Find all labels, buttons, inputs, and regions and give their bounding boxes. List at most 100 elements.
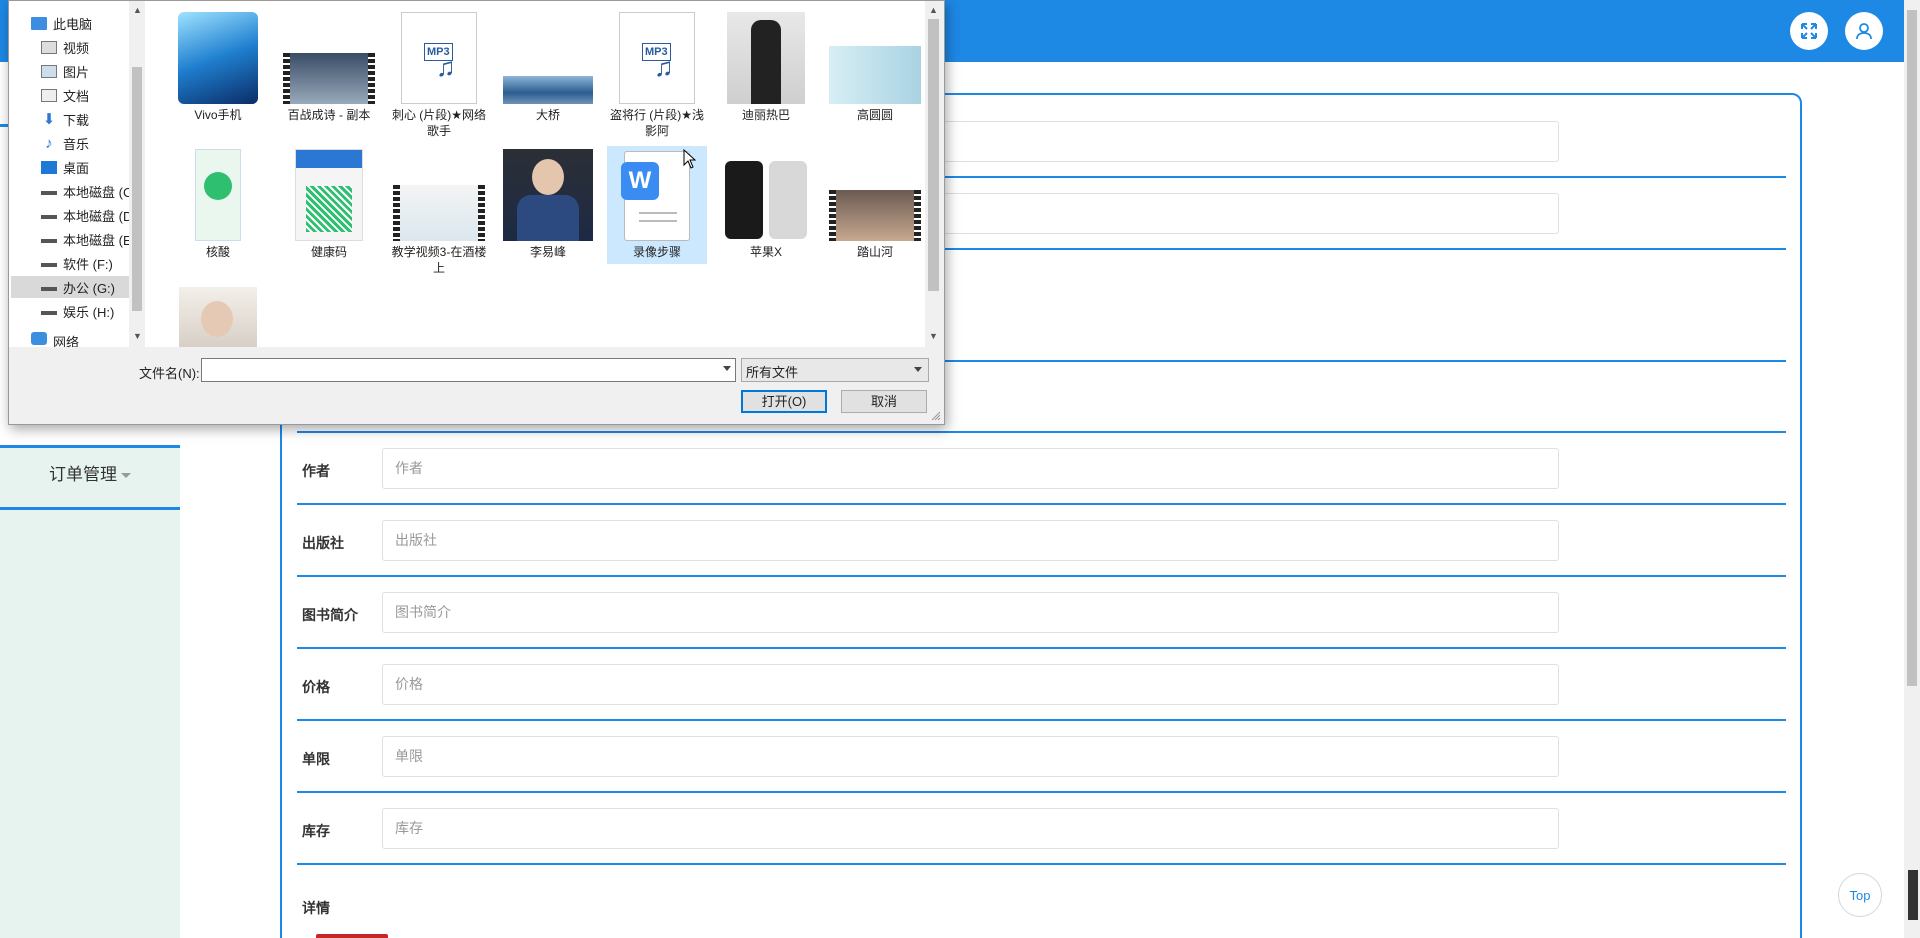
mp3-thumbnail: MP3 ♫ [619,12,695,104]
sidebar-item-orders[interactable]: 订单管理 [0,460,180,485]
nav-label: 视频 [63,40,90,56]
file-name: 大桥 [535,108,560,122]
scrollbar-thumb[interactable] [132,67,142,311]
nav-item-music[interactable]: ♪ 音乐 [41,132,89,154]
nav-label: 娱乐 (H:) [63,304,115,320]
nav-item-documents[interactable]: 文档 [41,84,89,106]
author-input[interactable]: 作者 [382,448,1559,489]
mp3-thumbnail: MP3 ♫ [401,12,477,104]
nav-scrollbar[interactable]: ▲ ▼ [129,1,145,347]
user-button[interactable] [1845,12,1883,50]
nav-label: 本地磁盘 (E: [63,232,136,248]
video-folder-icon [41,40,57,54]
sidebar-item-label: 订单管理 [49,465,117,484]
detail-toolbar-edge [316,934,388,938]
page-scrollbar[interactable] [1904,0,1920,938]
nav-label: 本地磁盘 (C: [63,184,136,200]
file-name: 教学视频3-在酒楼上 [391,245,487,275]
file-item[interactable]: 教学视频3-在酒楼上 [389,149,489,276]
file-item[interactable]: 百战成诗 - 副本 [279,12,379,123]
image-thumbnail [727,12,805,104]
file-grid: Vivo手机 百战成诗 - 副本 MP3 ♫ 刺心 (片段)★网络歌手 大桥 MP… [145,1,925,347]
nav-item-downloads[interactable]: ⬇ 下载 [41,108,89,130]
file-name: 盗将行 (片段)★浅影阿 [609,108,705,138]
nav-item-videos[interactable]: 视频 [41,36,89,58]
field-label: 价格 [302,679,330,695]
nav-item-network[interactable]: 网络 [31,332,79,347]
documents-folder-icon [41,88,57,102]
network-icon [31,332,47,345]
nav-item-drive-e[interactable]: 本地磁盘 (E: [41,228,135,250]
nav-item-desktop[interactable]: 桌面 [41,156,89,178]
file-item[interactable]: 苹果X [716,149,816,260]
filetype-select[interactable]: 所有文件 [741,358,929,382]
nav-item-pictures[interactable]: 图片 [41,60,89,82]
file-item[interactable]: MP3 ♫ 刺心 (片段)★网络歌手 [389,12,489,139]
file-grid-scrollbar[interactable]: ▲ ▼ [925,1,942,347]
file-item[interactable]: 高圆圆 [825,12,925,123]
music-icon: ♪ [45,134,53,152]
file-item[interactable]: 大桥 [498,12,598,123]
file-name: 高圆圆 [856,108,893,122]
drive-icon [41,187,57,195]
limit-input[interactable]: 单限 [382,736,1559,777]
file-item[interactable]: Vivo手机 [168,12,268,123]
sidebar-divider [0,507,180,510]
nav-item-drive-f[interactable]: 软件 (F:) [41,252,113,274]
scroll-up-icon[interactable]: ▲ [929,5,938,15]
detail-label: 详情 [302,900,330,916]
price-input[interactable]: 价格 [382,664,1559,705]
computer-icon [31,16,47,30]
chevron-down-icon[interactable] [723,366,731,371]
scrollbar-thumb[interactable] [928,19,939,291]
pictures-folder-icon [41,64,57,78]
file-item[interactable]: 迪丽热巴 [716,12,816,123]
nav-label: 软件 (F:) [63,256,113,272]
file-name: Vivo手机 [194,108,242,122]
scroll-down-icon[interactable]: ▼ [133,331,142,341]
summary-input[interactable]: 图书简介 [382,592,1559,633]
desktop-icon [41,160,57,174]
nav-item-drive-h[interactable]: 娱乐 (H:) [41,300,114,322]
video-thumbnail [393,185,485,241]
filename-input[interactable] [201,358,736,382]
image-thumbnail [503,76,593,104]
nav-item-drive-g[interactable]: 办公 (G:) [11,276,129,298]
nav-item-drive-c[interactable]: 本地磁盘 (C: [41,180,136,202]
file-item[interactable]: 李易峰 [498,149,598,260]
file-item[interactable]: 核酸 [168,149,268,260]
nav-label: 音乐 [63,136,90,152]
file-item[interactable]: 踏山河 [825,149,925,260]
stock-input[interactable]: 库存 [382,808,1559,849]
user-icon [1856,23,1872,40]
file-item[interactable] [168,287,268,347]
field-label: 出版社 [302,535,344,551]
scroll-up-icon[interactable]: ▲ [133,5,142,15]
cancel-button[interactable]: 取消 [841,390,927,413]
nav-label: 此电脑 [53,16,93,32]
field-label: 图书简介 [302,607,358,623]
form-row-stock: 库存 库存 [297,793,1786,865]
open-button[interactable]: 打开(O) [741,390,827,413]
file-name: 健康码 [310,245,347,259]
drive-icon [41,211,57,219]
file-name: 核酸 [205,245,230,259]
drive-icon [41,235,57,243]
navigation-pane: 此电脑 视频 图片 文档 ⬇ 下载 ♪ 音乐 桌面 本地磁盘 (C: 本地磁盘 (D… [9,1,136,347]
side-handle[interactable] [1908,870,1918,920]
nav-item-drive-d[interactable]: 本地磁盘 (D: [41,204,136,226]
publisher-input[interactable]: 出版社 [382,520,1559,561]
fullscreen-button[interactable] [1790,12,1828,50]
file-item[interactable]: 健康码 [279,149,379,260]
nav-item-this-pc[interactable]: 此电脑 [31,12,92,34]
back-to-top-button[interactable]: Top [1838,873,1882,917]
scrollbar-thumb[interactable] [1907,10,1917,686]
filename-label: 文件名(N): [139,366,200,381]
file-item[interactable]: MP3 ♫ 盗将行 (片段)★浅影阿 [607,12,707,139]
field-label: 库存 [302,823,330,839]
form-row-summary: 图书简介 图书简介 [297,577,1786,649]
scroll-down-icon[interactable]: ▼ [929,331,938,341]
resize-grip-icon[interactable] [931,411,941,421]
nav-label: 下载 [63,112,90,128]
wps-document-icon: W [621,151,690,241]
